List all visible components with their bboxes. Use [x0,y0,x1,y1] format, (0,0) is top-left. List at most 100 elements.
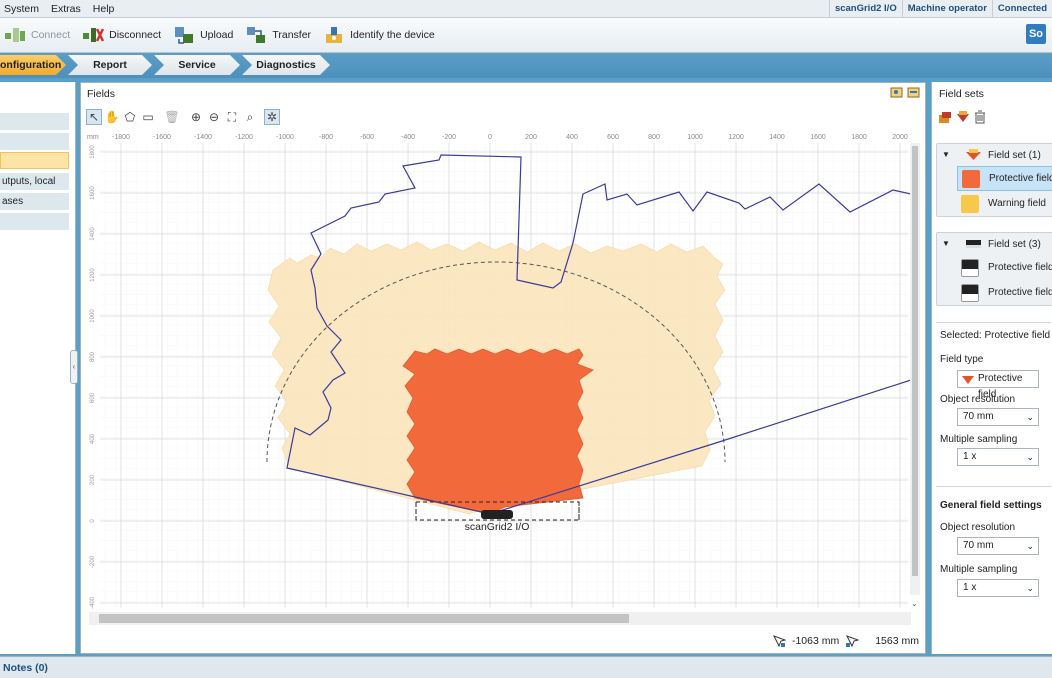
delete-icon[interactable]: 🗑 [164,109,180,125]
pan-hand-icon[interactable]: ✋ [104,109,120,125]
nav-item[interactable] [0,213,69,230]
pointer-tool-icon[interactable]: ↖ [86,109,102,125]
nav-item[interactable] [0,133,69,150]
protective-field-icon [961,283,979,302]
x-tick-label: 800 [648,134,660,141]
y-tick-label: 1400 [90,227,96,241]
panel-collapse-handle[interactable]: ‹ [70,350,78,384]
general-multiple-sampling-value: 1 x [963,582,977,593]
general-object-resolution-label: Object resolution [940,522,1016,533]
field-type-select[interactable]: Protective field [957,370,1039,400]
field-item-warning[interactable]: Warning field [957,191,1052,216]
scroll-down-icon[interactable]: ⌄ [911,599,918,608]
nav-item-outputs-local[interactable]: utputs, local [0,173,69,190]
identify-device-button[interactable]: Identify the device [319,20,443,50]
main-tabs: onfiguration Report Service Diagnostics [0,53,1052,78]
menu-system[interactable]: System [0,3,47,15]
x-tick-label: 1000 [687,134,703,141]
view-options-icon[interactable] [907,86,921,99]
multiple-sampling-select[interactable]: 1 x ⌄ [957,448,1039,466]
menu-bar: System Extras Help scanGrid2 I/O Machine… [0,0,1052,18]
horizontal-scrollbar-thumb[interactable] [99,614,629,623]
nav-item-cases[interactable]: ases [0,193,69,210]
field-set-header[interactable]: ▼ Field set (3) [937,233,1052,255]
field-editor-canvas[interactable]: mm -1800 -1600 -1400 -1200 -1000 -800 -600 -400… [85,130,921,610]
field-type-label: Field type [940,354,984,365]
zoom-fit-icon[interactable]: ⛶ [224,109,240,125]
y-tick-label: -400 [90,596,96,609]
protective-field-shape[interactable] [402,348,594,515]
field-item-label: Protective field [988,287,1052,298]
main-toolbar: Connect Disconnect Upload Transfer Ident… [0,18,1052,53]
x-tick-label: 200 [525,134,537,141]
menu-help[interactable]: Help [89,3,123,15]
x-tick-label: -1600 [153,134,171,141]
zoom-window-icon[interactable]: ⌕ [242,109,258,125]
x-tick-label: -1000 [276,134,294,141]
y-tick-label: 1600 [90,186,96,200]
fields-panel: Fields ↖ ✋ ⬠ ▭ 🗑 ⊕ ⊖ ⛶ ⌕ ✲ mm -1800 -1600… [80,82,926,654]
tab-diagnostics[interactable]: Diagnostics [242,55,330,75]
general-multiple-sampling-select[interactable]: 1 x ⌄ [957,579,1039,597]
y-tick-label: 1800 [90,145,96,159]
horizontal-scrollbar[interactable] [89,612,911,625]
protective-field-icon [962,169,980,188]
delete-field-icon[interactable] [974,110,986,124]
y-tick-label: 400 [90,433,96,444]
notes-bar[interactable]: Notes (0) [0,656,1052,678]
chevron-down-icon: ⌄ [1026,541,1034,551]
y-coordinate-icon [846,634,860,647]
field-sets-panel: Field sets ▼ Field set (1) Protective fi… [931,82,1052,654]
x-tick-label: 1600 [810,134,826,141]
nav-item-selected[interactable] [0,152,69,169]
upload-icon [175,27,194,44]
fields-view-icons [890,86,921,99]
multiple-sampling-label: Multiple sampling [940,434,1018,445]
tab-report[interactable]: Report [68,55,152,75]
collapse-icon[interactable]: ▼ [941,239,951,249]
nav-item[interactable] [0,113,69,130]
transfer-button[interactable]: Transfer [241,20,319,50]
add-field-set-icon[interactable] [938,110,952,124]
x-tick-label: 0 [488,134,492,141]
draw-rectangle-icon[interactable]: ▭ [140,109,156,125]
x-tick-label: 600 [607,134,619,141]
draw-polygon-icon[interactable]: ⬠ [122,109,138,125]
field-item-protective[interactable]: Protective field [957,166,1052,191]
general-object-resolution-value: 70 mm [963,540,994,551]
user-role-status: Machine operator [901,0,992,18]
field-item-label: Protective field [989,173,1052,184]
field-set-group-1: ▼ Field set (1) Protective field Warning… [936,143,1052,217]
object-resolution-select[interactable]: 70 mm ⌄ [957,408,1039,426]
zoom-in-icon[interactable]: ⊕ [188,109,204,125]
x-tick-label: -1200 [235,134,253,141]
field-item-protective[interactable]: Protective field [957,255,1052,280]
upload-button[interactable]: Upload [169,20,241,50]
vertical-scrollbar-thumb[interactable] [912,146,918,576]
divider [936,322,1051,323]
disconnect-button[interactable]: Disconnect [78,20,169,50]
zoom-out-icon[interactable]: ⊖ [206,109,222,125]
general-object-resolution-select[interactable]: 70 mm ⌄ [957,537,1039,555]
view-toggle-icon[interactable] [890,86,904,99]
tab-service[interactable]: Service [154,55,240,75]
y-tick-label: 200 [90,474,96,485]
add-field-icon[interactable] [956,110,970,124]
field-item-label: Protective field [988,262,1052,273]
connect-button[interactable]: Connect [0,20,78,50]
object-resolution-value: 70 mm [963,411,994,422]
identify-device-icon [326,27,343,43]
scanner-device-shape[interactable] [481,510,513,519]
collapse-icon[interactable]: ▼ [941,150,951,160]
transfer-label: Transfer [272,29,312,41]
identify-device-label: Identify the device [350,29,435,41]
connect-icon [5,28,25,42]
settings-tool-icon[interactable]: ✲ [264,109,280,125]
tab-configuration[interactable]: onfiguration [0,55,66,75]
general-multiple-sampling-label: Multiple sampling [940,564,1018,575]
field-set-header[interactable]: ▼ Field set (1) [937,144,1052,166]
x-tick-label: -1800 [112,134,130,141]
menu-extras[interactable]: Extras [47,3,89,15]
x-tick-label: 1800 [851,134,867,141]
field-item-protective[interactable]: Protective field [957,280,1052,305]
